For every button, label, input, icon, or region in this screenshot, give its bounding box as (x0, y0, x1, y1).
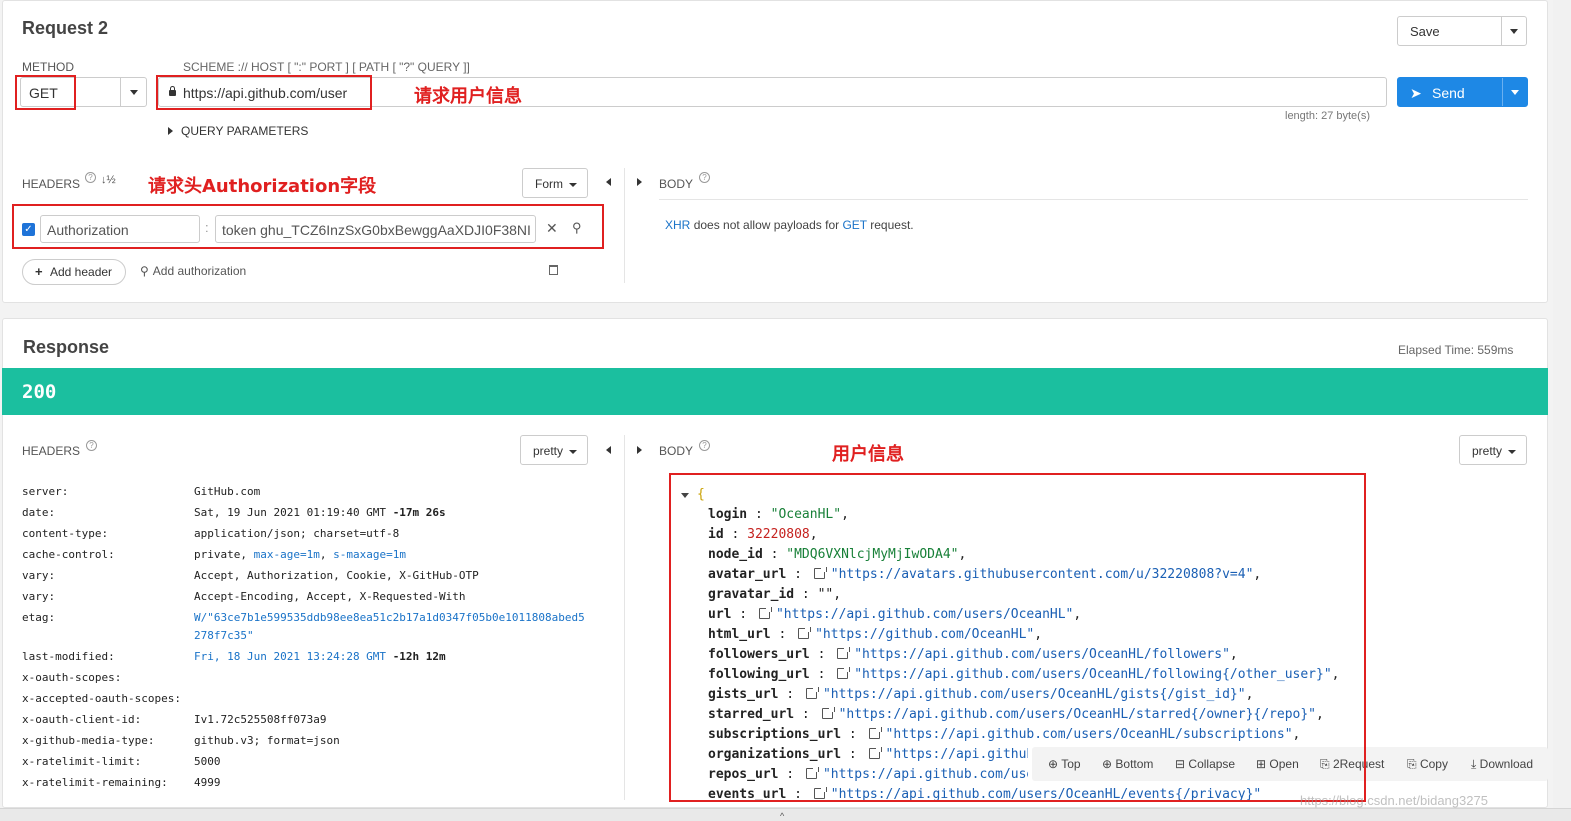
headers-pretty-toggle[interactable]: pretty (520, 435, 588, 465)
collapse-left-icon[interactable] (606, 178, 611, 186)
resp-headers-label: HEADERS (22, 444, 81, 458)
resp-header-row: x-github-media-type: github.v3; format=js… (22, 734, 340, 747)
url-length: length: 27 byte(s) (1285, 110, 1370, 122)
body-divider (659, 199, 1528, 200)
resp-header-row: x-oauth-scopes: (22, 671, 122, 684)
resp-header-row-cont: 278f7c35" (194, 629, 254, 642)
query-params-label: QUERY PARAMETERS (181, 124, 309, 138)
help-icon: ? (699, 440, 710, 451)
help-icon: ? (85, 172, 96, 183)
annotation-body-note: 用户信息 (832, 444, 904, 465)
annotation-method-box (15, 75, 76, 110)
add-authorization-link[interactable]: ⚲ Add authorization (140, 264, 246, 278)
req-headers-label: HEADERS (22, 177, 81, 191)
resp-body-label: BODY (659, 444, 694, 458)
chevron-down-icon (1511, 90, 1519, 95)
add-header-label: Add header (50, 265, 113, 279)
resp-header-row: vary: Accept-Encoding, Accept, X-Requeste… (22, 590, 466, 603)
send-button[interactable]: ➤ Send (1397, 77, 1528, 107)
send-label: Send (1432, 85, 1465, 101)
resp-header-row: server: GitHub.com (22, 485, 261, 498)
save-button[interactable]: Save (1397, 16, 1527, 46)
trash-icon[interactable] (549, 265, 558, 275)
status-code: 200 (22, 381, 57, 403)
resp-header-row: etag: W/"63ce7b1e599535ddb98ee8ea51c2b17a… (22, 611, 585, 624)
watermark: https://blog.csdn.net/bidang3275 (1300, 793, 1488, 808)
expand-right-icon[interactable] (637, 446, 642, 454)
pretty-label: pretty (1472, 444, 1503, 458)
request-title: Request 2 (22, 18, 109, 38)
elapsed-time: Elapsed Time: 559ms (1398, 343, 1514, 357)
resp-header-row: last-modified: Fri, 18 Jun 2021 13:24:28 … (22, 650, 446, 663)
panel-divider (624, 435, 625, 800)
panel-divider (624, 168, 625, 283)
copy-icon: ⎘ (1407, 757, 1417, 771)
annotation-header-note: 请求头Authorization字段 (148, 176, 377, 197)
form-label: Form (535, 177, 563, 191)
pretty-label: pretty (533, 444, 564, 458)
chevron-down-icon (569, 450, 577, 454)
plus-icon: + (35, 264, 43, 279)
copy-button[interactable]: ⎘ Copy (1407, 757, 1448, 772)
save-dropdown[interactable] (1501, 17, 1526, 45)
resp-header-row: vary: Accept, Authorization, Cookie, X-Gi… (22, 569, 479, 582)
chevron-down-icon (130, 90, 138, 95)
resp-header-row: cache-control: private, max-age=1m, s-max… (22, 548, 406, 561)
method-label: METHOD (22, 60, 74, 74)
page-scrollbar[interactable] (1553, 0, 1571, 808)
scheme-hint: SCHEME :// HOST [ ":" PORT ] [ PATH [ "?… (183, 60, 470, 74)
download-icon: ⤓ (1471, 757, 1477, 771)
form-toggle[interactable]: Form (522, 168, 588, 198)
request-panel (2, 0, 1548, 303)
resp-header-row: x-ratelimit-limit: 5000 (22, 755, 221, 768)
send-dropdown[interactable] (1502, 78, 1527, 106)
collapse-left-icon[interactable] (606, 446, 611, 454)
get-link[interactable]: GET (842, 218, 866, 232)
caret-right-icon (168, 127, 173, 135)
sort-icon[interactable]: ↓½ (101, 174, 116, 186)
body-pretty-toggle[interactable]: pretty (1459, 435, 1527, 465)
annotation-url-note: 请求用户信息 (414, 86, 522, 107)
annotation-url-box (156, 75, 372, 110)
bottom-scroll-bar[interactable]: ^ (0, 808, 1571, 821)
resp-header-row: date: Sat, 19 Jun 2021 01:19:40 GMT -17m … (22, 506, 446, 519)
chevron-down-icon (1508, 450, 1516, 454)
resp-header-row: x-oauth-client-id: Iv1.72c525508ff073a9 (22, 713, 327, 726)
chevron-up-icon[interactable]: ^ (780, 811, 784, 821)
expand-right-icon[interactable] (637, 178, 642, 186)
add-header-button[interactable]: + Add header (22, 259, 126, 285)
send-icon: ➤ (1410, 85, 1422, 101)
key-icon: ⚲ (140, 264, 149, 278)
req-body-label: BODY (659, 177, 694, 191)
body-message: XHR does not allow payloads for GET requ… (665, 218, 914, 232)
resp-header-row: x-ratelimit-remaining: 4999 (22, 776, 221, 789)
annotation-header-box (12, 204, 604, 249)
xhr-link[interactable]: XHR (665, 218, 690, 232)
download-button[interactable]: ⤓ Download (1471, 757, 1533, 772)
query-params-toggle[interactable]: QUERY PARAMETERS (168, 124, 308, 138)
status-bar: 200 (2, 368, 1548, 415)
response-title: Response (23, 337, 110, 357)
help-icon: ? (699, 172, 710, 183)
help-icon: ? (86, 440, 97, 451)
annotation-body-box (669, 473, 1366, 802)
resp-header-row: content-type: application/json; charset=u… (22, 527, 400, 540)
add-auth-label: Add authorization (152, 264, 247, 278)
resp-header-row: x-accepted-oauth-scopes: (22, 692, 181, 705)
chevron-down-icon (569, 183, 577, 187)
chevron-down-icon (1510, 29, 1518, 34)
save-label: Save (1410, 24, 1440, 39)
